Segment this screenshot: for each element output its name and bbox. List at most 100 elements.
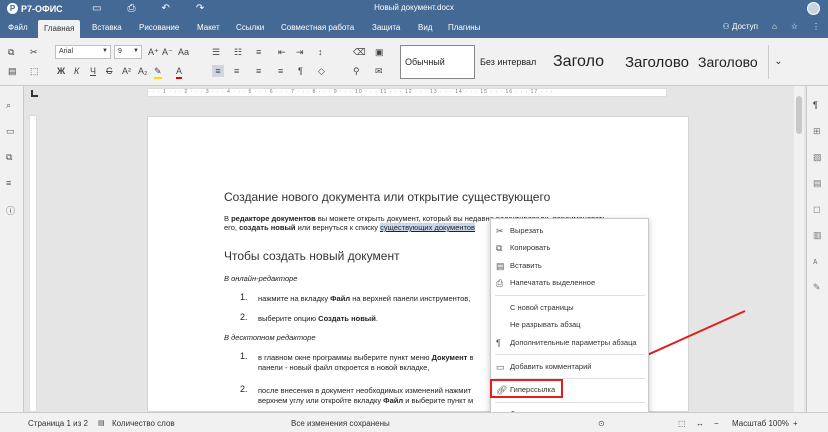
subscript-icon[interactable]: A₂ xyxy=(138,65,148,77)
select-all-icon[interactable]: ⬚ xyxy=(30,65,39,77)
tab-collaboration[interactable]: Совместная работа xyxy=(281,23,354,32)
increase-font-icon[interactable]: A⁺ xyxy=(148,46,159,58)
page-indicator[interactable]: Страница 1 из 2 xyxy=(28,419,88,428)
line-spacing-icon[interactable]: ↕ xyxy=(318,46,323,58)
superscript-icon[interactable]: A² xyxy=(122,65,131,77)
chevron-down-icon: ▼ xyxy=(133,48,139,54)
print-icon: ⎙ xyxy=(496,278,504,288)
zoom-in-icon[interactable]: + xyxy=(793,419,798,428)
paste-icon[interactable]: ▤ xyxy=(8,65,17,77)
align-center-icon[interactable]: ≡ xyxy=(234,65,239,77)
copy-icon[interactable]: ⧉ xyxy=(8,46,14,58)
paragraph-settings-icon[interactable]: ¶ xyxy=(813,100,818,110)
more-icon[interactable]: ⋮ xyxy=(812,22,820,31)
multilevel-list-icon[interactable]: ≡ xyxy=(256,46,261,58)
underline-icon[interactable]: Ч xyxy=(90,65,96,77)
search-icon[interactable]: ⌕ xyxy=(6,100,11,111)
chat-icon[interactable]: ⧉ xyxy=(6,152,12,163)
fit-page-icon[interactable]: ⬚ xyxy=(678,419,686,428)
style-heading3[interactable]: Заголово xyxy=(693,45,768,79)
share-button[interactable]: ⚇ Доступ xyxy=(723,22,758,31)
tab-file[interactable]: Файл xyxy=(8,23,28,32)
list-number: 2. xyxy=(240,384,248,394)
header-footer-icon[interactable]: ▤ xyxy=(813,178,822,189)
menu-item-new-page[interactable]: С новой страницы xyxy=(491,301,648,315)
track-changes-icon[interactable]: ⊙ xyxy=(598,419,605,428)
paint-format-icon[interactable]: ⚲ xyxy=(353,65,360,77)
list-number: 1. xyxy=(240,351,248,361)
word-count-button[interactable]: Количество слов xyxy=(112,419,175,428)
style-heading2[interactable]: Заголово xyxy=(620,45,693,79)
align-right-icon[interactable]: ≡ xyxy=(256,65,261,77)
navigation-icon[interactable]: ≡ xyxy=(6,178,11,188)
tab-plugins[interactable]: Плагины xyxy=(448,23,480,32)
vertical-scrollbar[interactable] xyxy=(794,86,804,412)
tab-layout[interactable]: Макет xyxy=(197,23,220,32)
signature-settings-icon[interactable]: ✎ xyxy=(813,282,821,293)
highlight-icon[interactable]: ✎ xyxy=(154,65,162,79)
menu-item-copy[interactable]: ⧉ Копировать xyxy=(491,241,648,255)
pilcrow-icon[interactable]: ¶ xyxy=(298,65,303,77)
copy-style-icon[interactable]: ▣ xyxy=(375,46,384,58)
chart-settings-icon[interactable]: ▥ xyxy=(813,230,822,241)
textart-settings-icon[interactable]: ᴀ xyxy=(813,256,817,266)
tab-stop-selector[interactable] xyxy=(31,90,38,97)
change-case-icon[interactable]: Aa xyxy=(178,46,189,58)
scissors-icon: ✂ xyxy=(496,226,504,236)
desktop-item-2-line2: верхнем углу или откройте вкладку Файл и… xyxy=(258,396,474,405)
bold-icon[interactable]: Ж xyxy=(57,65,65,77)
increase-indent-icon[interactable]: ⇥ xyxy=(296,46,304,58)
style-no-spacing[interactable]: Без интервал xyxy=(475,45,548,79)
menu-item-add-comment[interactable]: ▭ Добавить комментарий xyxy=(491,360,648,374)
zoom-level[interactable]: Масштаб 100% xyxy=(732,419,789,428)
image-settings-icon[interactable]: ▨ xyxy=(813,152,822,163)
decrease-indent-icon[interactable]: ⇤ xyxy=(278,46,286,58)
menu-item-paragraph-settings[interactable]: ¶ Дополнительные параметры абзаца xyxy=(491,336,648,350)
numbered-list-icon[interactable]: ☷ xyxy=(234,46,242,58)
menu-right: ⚇ Доступ ⌂ ☆ ⋮ xyxy=(723,22,820,31)
table-settings-icon[interactable]: ⊞ xyxy=(813,126,821,137)
user-avatar[interactable] xyxy=(807,2,820,15)
menu-item-paste[interactable]: ▤ Вставить xyxy=(491,259,648,273)
style-normal[interactable]: Обычный xyxy=(400,45,475,79)
zoom-out-icon[interactable]: − xyxy=(714,419,719,428)
vertical-ruler[interactable] xyxy=(29,115,37,412)
cut-icon[interactable]: ✂ xyxy=(30,46,38,58)
share-icon: ⚇ xyxy=(722,22,732,31)
clear-style-icon[interactable]: ⌫ xyxy=(353,46,366,58)
font-name-combo[interactable]: Arial ▼ xyxy=(55,45,111,59)
open-location-icon[interactable]: ⌂ xyxy=(772,22,777,31)
fit-width-icon[interactable]: ↔ xyxy=(696,419,704,428)
mail-merge-icon[interactable]: ✉ xyxy=(375,65,383,77)
tab-insert[interactable]: Вставка xyxy=(92,23,122,32)
about-icon[interactable]: ⓘ xyxy=(6,204,15,217)
save-status: Все изменения сохранены xyxy=(291,419,390,428)
scroll-thumb[interactable] xyxy=(796,96,802,134)
tab-home[interactable]: Главная xyxy=(38,20,81,38)
horizontal-ruler[interactable]: · · · 1 · · · 2 · · · 3 · · · 4 · · · 5 … xyxy=(147,88,667,97)
menu-item-print-selection[interactable]: ⎙ Напечатать выделенное xyxy=(491,276,648,290)
style-heading1[interactable]: Заголо xyxy=(548,45,620,79)
italic-icon[interactable]: К xyxy=(74,65,79,77)
menu-item-cut[interactable]: ✂ Вырезать xyxy=(491,224,648,238)
shading-icon[interactable]: ◇ xyxy=(318,65,325,77)
align-left-icon[interactable]: ≡ xyxy=(212,65,224,77)
justify-icon[interactable]: ≡ xyxy=(278,65,283,77)
word-count-icon: ▤ xyxy=(98,420,105,427)
decrease-font-icon[interactable]: A⁻ xyxy=(162,46,173,58)
bullet-list-icon[interactable]: ☰ xyxy=(212,46,220,58)
list-item-2: выберите опцию Создать новый. xyxy=(258,314,378,323)
tab-view[interactable]: Вид xyxy=(418,23,432,32)
tab-protection[interactable]: Защита xyxy=(372,23,400,32)
font-color-icon[interactable]: A xyxy=(176,65,183,79)
style-gallery-expand[interactable]: ⌄ xyxy=(768,45,788,79)
comments-icon[interactable]: ▭ xyxy=(6,126,15,137)
menu-item-keep-together[interactable]: Не разрывать абзац xyxy=(491,318,648,332)
shape-settings-icon[interactable]: ◻ xyxy=(813,204,820,215)
favorite-icon[interactable]: ☆ xyxy=(791,22,798,31)
tab-references[interactable]: Ссылки xyxy=(236,23,264,32)
font-size-combo[interactable]: 9 ▼ xyxy=(114,45,142,59)
strikethrough-icon[interactable]: С xyxy=(106,65,113,77)
menu-separator xyxy=(495,295,645,296)
tab-draw[interactable]: Рисование xyxy=(139,23,179,32)
